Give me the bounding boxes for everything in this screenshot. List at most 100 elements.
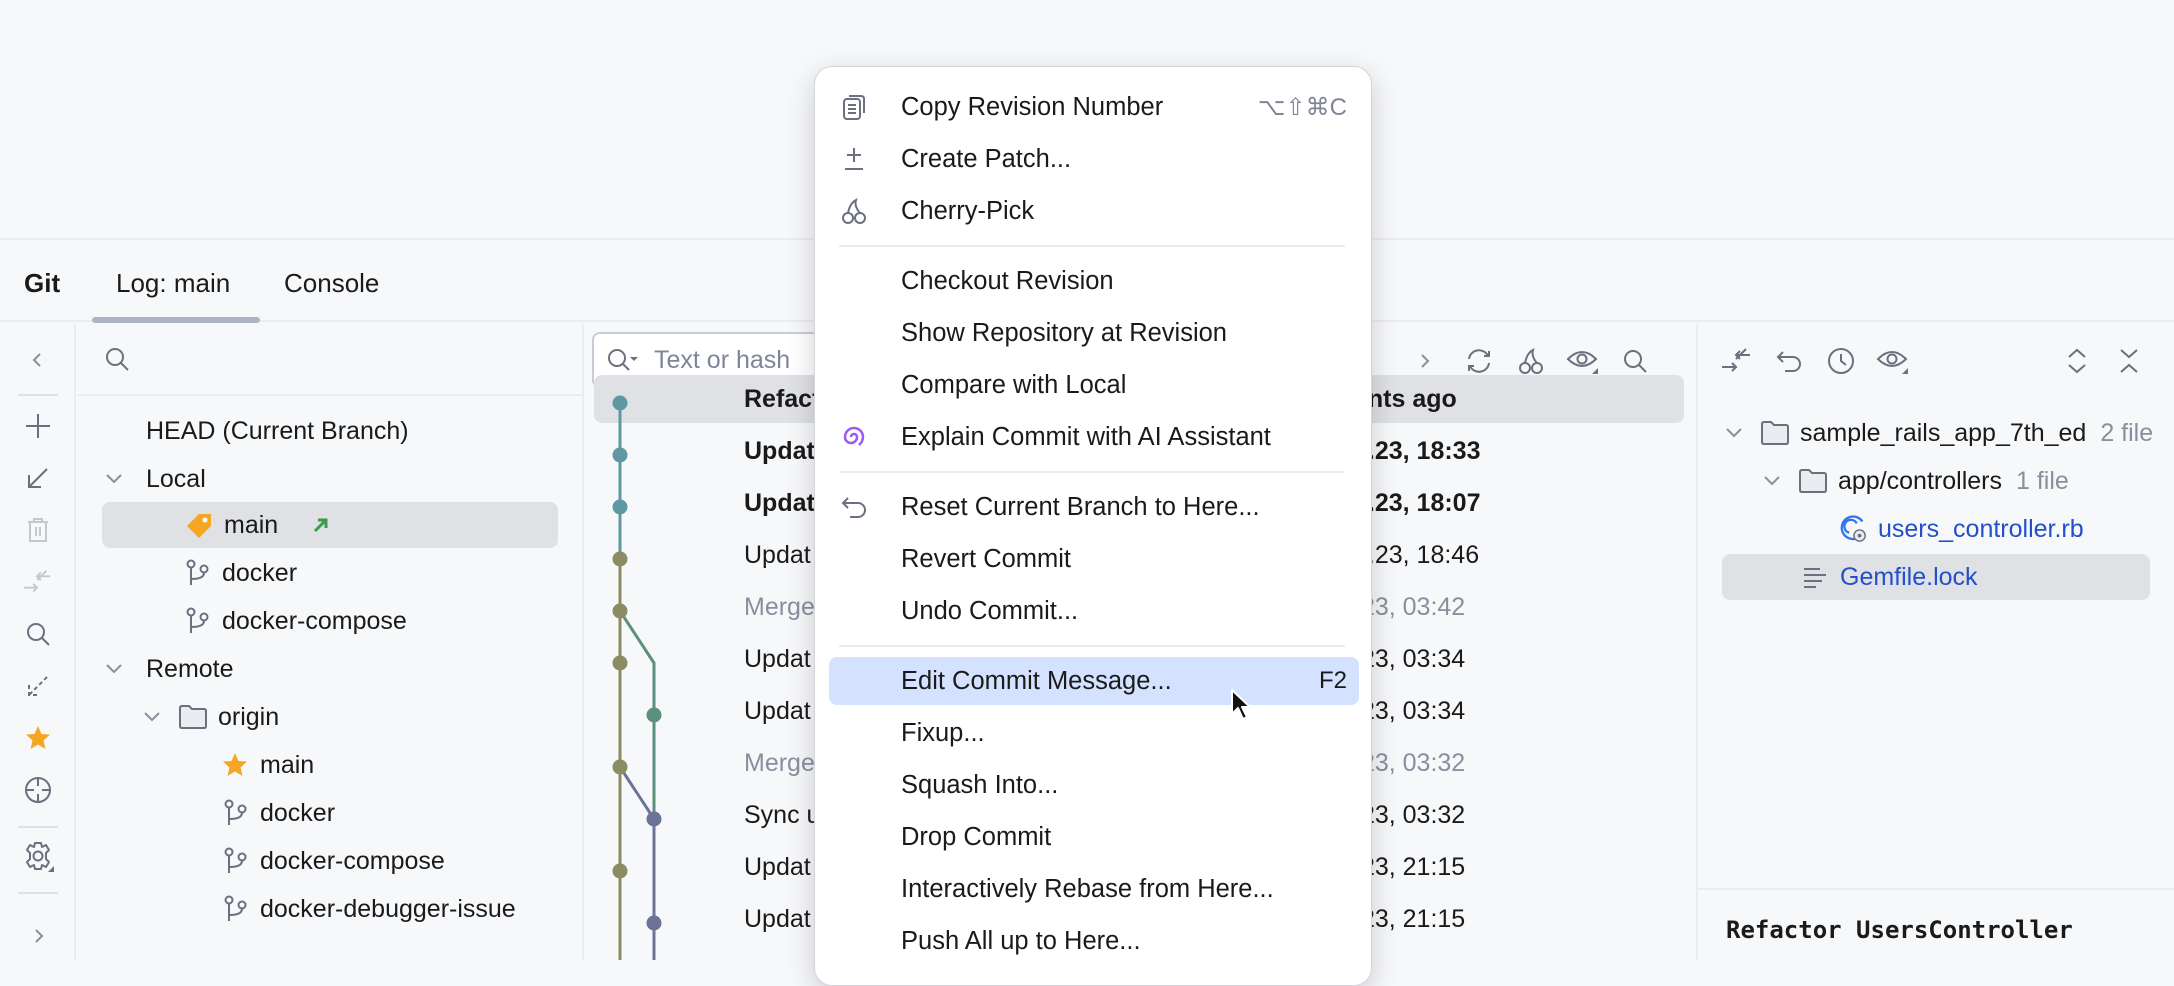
copy-icon — [839, 92, 869, 122]
menu-item-compare-with-local[interactable]: Compare with Local — [829, 361, 1359, 409]
refresh-icon[interactable] — [1462, 344, 1496, 378]
chevron-right-icon[interactable] — [1408, 344, 1442, 378]
favorite-star-icon[interactable] — [22, 722, 54, 754]
chevron-left-icon[interactable] — [22, 344, 54, 376]
file-item-gemfile-lock[interactable]: Gemfile.lock — [1722, 554, 2150, 600]
commit-node — [612, 863, 628, 879]
text-file-icon — [1800, 562, 1830, 592]
menu-item-explain-commit-with-ai-assistant[interactable]: Explain Commit with AI Assistant — [829, 413, 1359, 461]
commit-node — [612, 655, 628, 671]
commit-context-menu: Copy Revision Number ⌥⇧⌘C Create Patch... C… — [814, 66, 1372, 986]
menu-item-push-all-up-to-here[interactable]: Push All up to Here... — [829, 917, 1359, 965]
menu-item-label: Squash Into... — [901, 770, 1059, 799]
tree-item-head[interactable]: HEAD (Current Branch) — [146, 408, 409, 454]
branch-item-origin-docker[interactable]: docker — [220, 790, 335, 836]
search-icon[interactable] — [1618, 344, 1652, 378]
menu-item-label: Undo Commit... — [901, 596, 1079, 625]
update-arrow-icon[interactable] — [22, 670, 54, 702]
tree-group-origin[interactable]: origin — [142, 694, 279, 740]
menu-item-label: Checkout Revision — [901, 266, 1114, 295]
commit-node — [646, 707, 662, 723]
branches-panel: HEAD (Current Branch) Local main docker … — [78, 324, 584, 960]
delete-icon[interactable] — [22, 514, 54, 546]
menu-item-copy-revision-number[interactable]: Copy Revision Number ⌥⇧⌘C — [829, 83, 1359, 131]
eye-options-icon[interactable] — [1876, 344, 1910, 378]
menu-item-label: Copy Revision Number — [901, 92, 1164, 121]
menu-item-drop-commit[interactable]: Drop Commit — [829, 813, 1359, 861]
menu-item-checkout-revision[interactable]: Checkout Revision — [829, 257, 1359, 305]
chevron-down-icon[interactable] — [104, 659, 124, 679]
changes-panel: sample_rails_app_7th_ed 2 file app/contr… — [1696, 324, 2174, 960]
branch-item-origin-docker-compose[interactable]: docker-compose — [220, 838, 445, 884]
menu-item-revert-commit[interactable]: Revert Commit — [829, 535, 1359, 583]
branch-icon — [182, 558, 212, 588]
divider — [78, 394, 584, 396]
menu-item-label: Revert Commit — [901, 544, 1072, 573]
branch-item-origin-main[interactable]: main — [220, 742, 314, 788]
tree-item-label: HEAD (Current Branch) — [146, 416, 409, 445]
cherry-pick-icon[interactable] — [1514, 344, 1548, 378]
menu-item-label: Compare with Local — [901, 370, 1127, 399]
menu-item-squash-into[interactable]: Squash Into... — [829, 761, 1359, 809]
menu-item-label: Fixup... — [901, 718, 985, 747]
menu-item-interactively-rebase-from-here[interactable]: Interactively Rebase from Here... — [829, 865, 1359, 913]
compare-arrows-icon[interactable] — [1720, 344, 1754, 378]
menu-item-label: Edit Commit Message... — [901, 666, 1172, 695]
ruby-controller-file-icon — [1838, 514, 1868, 544]
folder-name: app/controllers — [1838, 466, 2002, 495]
menu-item-shortcut: ⌥⇧⌘C — [1257, 93, 1347, 121]
branch-item-local-docker[interactable]: docker — [182, 550, 297, 596]
checkout-arrow-icon[interactable] — [22, 462, 54, 494]
search-icon[interactable] — [22, 618, 54, 650]
chevron-down-icon[interactable] — [142, 707, 162, 727]
branch-item-origin-docker-debugger-issue[interactable]: docker-debugger-issue — [220, 886, 516, 932]
tree-item-root-folder[interactable]: sample_rails_app_7th_ed 2 file — [1724, 410, 2153, 456]
branch-name: main — [260, 750, 315, 779]
tree-item-controllers-folder[interactable]: app/controllers 1 file — [1762, 458, 2069, 504]
locate-target-icon[interactable] — [22, 774, 54, 806]
history-clock-icon[interactable] — [1824, 344, 1858, 378]
commit-node — [612, 603, 628, 619]
eye-options-icon[interactable] — [1566, 344, 1600, 378]
menu-item-label: Push All up to Here... — [901, 926, 1141, 955]
menu-item-edit-commit-message[interactable]: Edit Commit Message... F2 — [829, 657, 1359, 705]
menu-item-cherry-pick[interactable]: Cherry-Pick — [829, 187, 1359, 235]
tab-log-main[interactable]: Log: main — [116, 268, 230, 299]
menu-item-undo-commit[interactable]: Undo Commit... — [829, 587, 1359, 635]
tree-group-label: Remote — [146, 654, 234, 683]
expand-chevron-icon[interactable] — [22, 920, 54, 952]
mouse-cursor-icon — [1230, 688, 1254, 722]
menu-separator — [839, 245, 1345, 247]
tab-console[interactable]: Console — [284, 268, 379, 299]
menu-separator — [839, 645, 1345, 647]
menu-item-show-repository-at-revision[interactable]: Show Repository at Revision — [829, 309, 1359, 357]
chevron-down-icon[interactable] — [104, 469, 124, 489]
commit-date: 3.23, 18:46 — [1354, 541, 1480, 569]
menu-item-label: Create Patch... — [901, 144, 1072, 173]
settings-gear-icon[interactable] — [22, 840, 54, 872]
expand-all-icon[interactable] — [2060, 344, 2094, 378]
chevron-down-icon[interactable] — [1762, 471, 1782, 491]
compare-arrows-icon[interactable] — [22, 566, 54, 598]
chevron-down-icon[interactable] — [1724, 423, 1744, 443]
tree-group-local[interactable]: Local — [104, 456, 206, 502]
commit-node — [612, 759, 628, 775]
menu-separator — [839, 471, 1345, 473]
file-item-users-controller[interactable]: users_controller.rb — [1838, 506, 2084, 552]
menu-item-create-patch[interactable]: Create Patch... — [829, 135, 1359, 183]
rollback-icon[interactable] — [1772, 344, 1806, 378]
commit-message-details: Refactor UsersController — [1726, 916, 2073, 944]
add-icon[interactable] — [22, 410, 54, 442]
branch-item-local-main[interactable]: main — [102, 502, 558, 548]
menu-item-reset-current-branch-to-here[interactable]: Reset Current Branch to Here... — [829, 483, 1359, 531]
active-tab-indicator — [92, 317, 260, 323]
collapse-all-icon[interactable] — [2112, 344, 2146, 378]
tree-group-remote[interactable]: Remote — [104, 646, 234, 692]
menu-item-label: Drop Commit — [901, 822, 1052, 851]
branch-icon — [220, 894, 250, 924]
branch-item-local-docker-compose[interactable]: docker-compose — [182, 598, 407, 644]
menu-item-label: Cherry-Pick — [901, 196, 1035, 225]
menu-item-label: Show Repository at Revision — [901, 318, 1227, 347]
branch-search-icon[interactable] — [104, 346, 130, 372]
menu-item-fixup[interactable]: Fixup... — [829, 709, 1359, 757]
